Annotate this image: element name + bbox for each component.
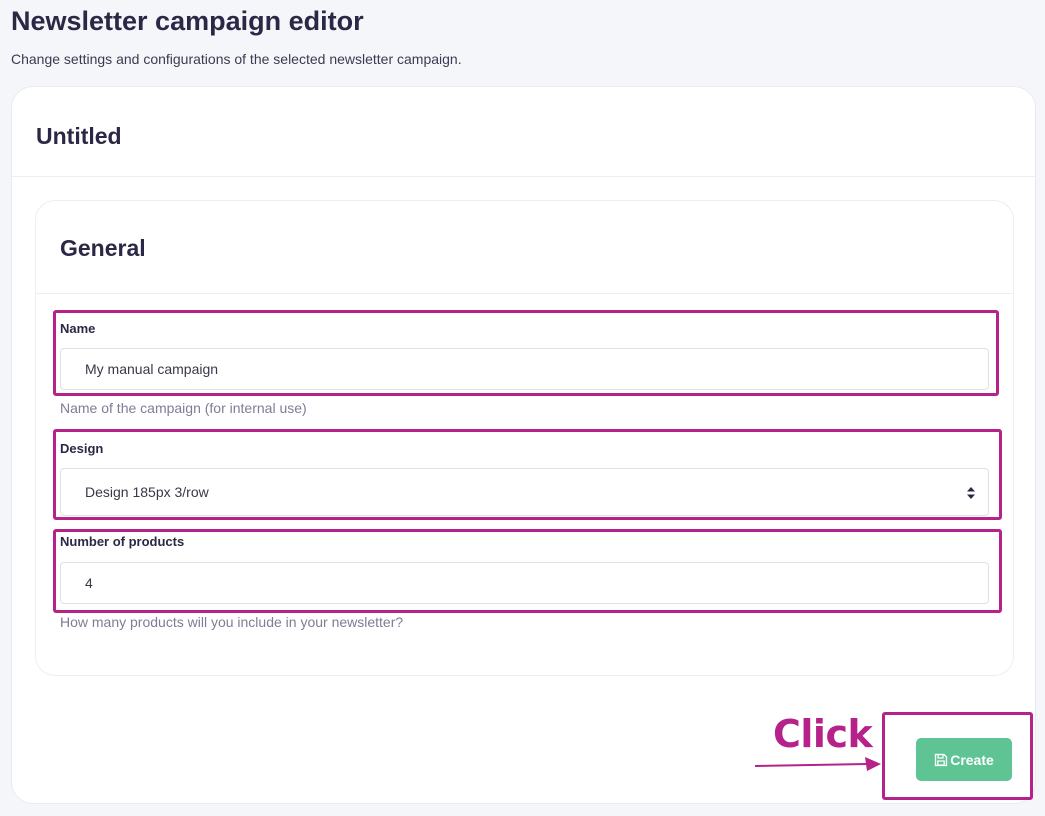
general-section-header: General bbox=[36, 201, 1013, 294]
name-label: Name bbox=[60, 321, 96, 336]
page-subtitle: Change settings and configurations of th… bbox=[11, 51, 462, 67]
general-section-title: General bbox=[60, 235, 146, 261]
name-input[interactable] bbox=[60, 348, 989, 390]
sort-caret-icon bbox=[967, 487, 975, 499]
click-annotation: Click bbox=[773, 712, 873, 756]
general-section: General Name Name of the campaign (for i… bbox=[35, 200, 1014, 676]
design-label: Design bbox=[60, 441, 104, 456]
create-button-label: Create bbox=[950, 751, 994, 768]
campaign-title: Untitled bbox=[36, 123, 122, 149]
design-selected-value: Design 185px 3/row bbox=[85, 484, 209, 500]
arrow-right-icon bbox=[755, 757, 881, 771]
products-input[interactable] bbox=[60, 562, 989, 604]
save-icon bbox=[935, 753, 948, 766]
products-help-text: How many products will you include in yo… bbox=[60, 614, 404, 630]
campaign-card: Untitled General Name Name of the campai… bbox=[11, 86, 1036, 804]
create-button[interactable]: Create bbox=[916, 738, 1012, 781]
products-label: Number of products bbox=[60, 534, 185, 549]
campaign-card-header: Untitled bbox=[12, 87, 1035, 177]
design-select[interactable]: Design 185px 3/row bbox=[60, 468, 989, 516]
page-title: Newsletter campaign editor bbox=[11, 6, 364, 36]
name-help-text: Name of the campaign (for internal use) bbox=[60, 400, 307, 416]
